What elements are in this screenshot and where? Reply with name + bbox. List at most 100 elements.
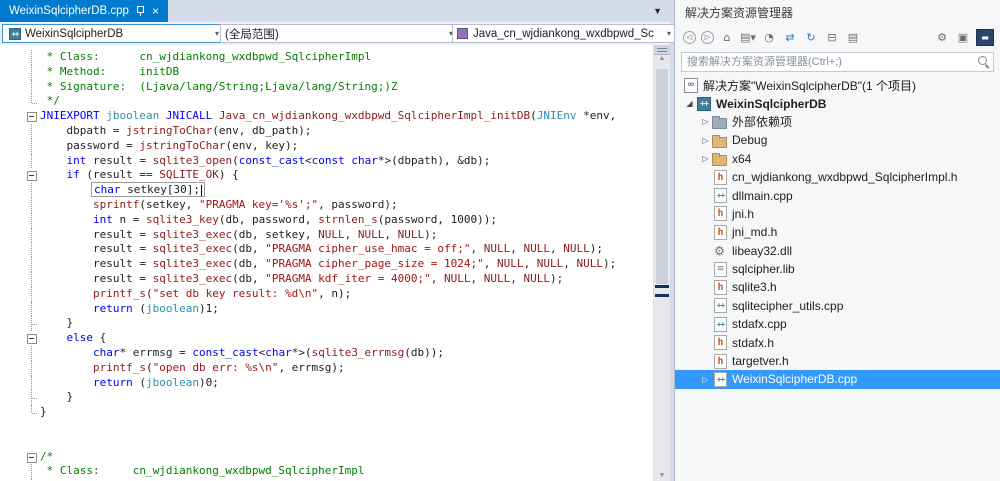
code-line[interactable]: JNIEXPORT jboolean JNICALL Java_cn_wjdia… xyxy=(0,109,653,124)
search-icon[interactable] xyxy=(978,56,987,65)
code-line[interactable]: result = sqlite3_exec(db, "PRAGMA cipher… xyxy=(0,242,653,257)
tree-item[interactable]: stdafx.cpp xyxy=(675,315,1000,333)
fold-toggle-icon[interactable] xyxy=(24,109,40,124)
member-dropdown[interactable]: Java_cn_wjdiankong_wxdbpwd_Sc ▾ xyxy=(452,24,676,43)
folder-icon xyxy=(712,134,727,148)
header-file-icon xyxy=(714,169,727,185)
pending-changes-filter-icon[interactable]: ◔ xyxy=(761,30,777,45)
tab-list-chevron-icon[interactable]: ▼ xyxy=(653,6,662,16)
code-lines: * Class: cn_wjdiankong_wxdbpwd_Sqlcipher… xyxy=(0,50,653,481)
tree-item[interactable]: ◢ WeixinSqlcipherDB xyxy=(675,94,1000,112)
preview-selected-items-icon[interactable]: ▣ xyxy=(955,30,971,45)
chevron-down-icon[interactable]: ▾ xyxy=(211,29,219,38)
split-editor-handle[interactable] xyxy=(654,45,670,55)
code-line[interactable]: * Class: cn_wjdiankong_wxdbpwd_Sqlcipher… xyxy=(0,50,653,65)
tree-item[interactable]: sqlite3.h xyxy=(675,278,1000,296)
expander-icon[interactable]: ▷ xyxy=(699,375,712,384)
home-icon[interactable]: ⌂ xyxy=(719,30,735,45)
search-input[interactable] xyxy=(681,52,994,72)
expander-icon[interactable]: ◢ xyxy=(683,99,696,108)
code-text: * Method: initDB xyxy=(46,64,180,78)
properties-icon[interactable]: ⚙ xyxy=(934,30,950,45)
code-line[interactable]: int n = sqlite3_key(db, password, strnle… xyxy=(0,212,653,228)
tree-item[interactable]: sqlitecipher_utils.cpp xyxy=(675,297,1000,315)
tab-weixinsqlcipherdb-cpp[interactable]: WeixinSqlcipherDB.cpp × xyxy=(0,0,168,22)
tree-item[interactable]: sqlcipher.lib xyxy=(675,260,1000,278)
fold-guide xyxy=(24,345,40,361)
code-line[interactable]: * Signature: (Ljava/lang/String;Ljava/la… xyxy=(0,79,653,95)
fold-toggle-icon[interactable] xyxy=(24,331,40,346)
code-line[interactable]: * Class: cn_wjdiankong_wxdbpwd_Sqlcipher… xyxy=(0,464,653,479)
code-line[interactable]: dbpath = jstringToChar(env, db_path); xyxy=(0,123,653,139)
code-line[interactable]: */ xyxy=(0,94,653,109)
scope-dropdown[interactable]: (全局范围) ▾ xyxy=(220,24,458,43)
code-line[interactable]: return (jboolean)1; xyxy=(0,301,653,317)
tree-item-label: stdafx.cpp xyxy=(732,317,787,332)
back-icon[interactable]: ◁ xyxy=(683,30,696,44)
tree-item[interactable]: ▷ 外部依赖项 xyxy=(675,113,1000,131)
tree-item-label: cn_wjdiankong_wxdbpwd_SqlcipherImpl.h xyxy=(732,170,958,185)
tree-item[interactable]: targetver.h xyxy=(675,352,1000,370)
fold-guide xyxy=(24,94,40,109)
code-line[interactable]: if (result == SQLITE_OK) { xyxy=(0,168,653,183)
code-line[interactable]: char setkey[30]; xyxy=(0,182,653,198)
scroll-up-arrow-icon[interactable]: ▲ xyxy=(654,55,670,62)
code-line[interactable]: } xyxy=(0,390,653,405)
fold-toggle-icon[interactable] xyxy=(24,450,40,465)
refresh-icon[interactable]: ↻ xyxy=(803,30,819,45)
lib-file-icon xyxy=(714,261,727,277)
tree-item[interactable]: cn_wjdiankong_wxdbpwd_SqlcipherImpl.h xyxy=(675,168,1000,186)
scrollbar-thumb[interactable] xyxy=(656,69,668,284)
code-line[interactable]: sprintf(setkey, "PRAGMA key='%s';", pass… xyxy=(0,197,653,213)
tree-item[interactable]: stdafx.h xyxy=(675,333,1000,351)
code-text: } xyxy=(66,390,74,404)
expander-icon[interactable]: ▷ xyxy=(699,136,712,145)
code-text: int result = sqlite3_open(const_cast<con… xyxy=(66,153,491,167)
collapse-all-icon[interactable]: ⊟ xyxy=(824,30,840,45)
tree-item[interactable]: ▷ WeixinSqlcipherDB.cpp xyxy=(675,370,1000,389)
tree-item-label: WeixinSqlcipherDB xyxy=(716,96,827,111)
tree-item[interactable]: jni_md.h xyxy=(675,223,1000,241)
code-line[interactable]: printf_s("open db err: %s\n", errmsg); xyxy=(0,360,653,376)
code-line[interactable]: /* xyxy=(0,450,653,465)
forward-icon[interactable]: ▷ xyxy=(701,30,714,44)
code-editor[interactable]: * Class: cn_wjdiankong_wxdbpwd_Sqlcipher… xyxy=(0,45,653,481)
code-line[interactable]: result = sqlite3_exec(db, "PRAGMA kdf_it… xyxy=(0,271,653,287)
editor-vertical-scrollbar[interactable]: ▲ ▼ xyxy=(653,45,670,481)
expander-icon[interactable]: ▷ xyxy=(699,154,712,163)
code-line[interactable] xyxy=(0,435,653,450)
code-line[interactable]: return (jboolean)0; xyxy=(0,375,653,391)
pin-icon[interactable] xyxy=(136,5,145,17)
code-line[interactable]: printf_s("set db key result: %d\n", n); xyxy=(0,286,653,302)
expander-icon[interactable]: ▷ xyxy=(699,117,712,126)
minimize-icon[interactable]: ▬ xyxy=(976,28,994,46)
code-line[interactable]: } xyxy=(0,405,653,420)
close-icon[interactable]: × xyxy=(152,5,159,17)
code-line[interactable]: int result = sqlite3_open(const_cast<con… xyxy=(0,153,653,169)
tree-item[interactable]: dllmain.cpp xyxy=(675,186,1000,204)
switch-views-icon[interactable]: ▤▾ xyxy=(740,30,756,45)
code-line[interactable]: password = jstringToChar(env, key); xyxy=(0,138,653,154)
code-line[interactable]: result = sqlite3_exec(db, "PRAGMA cipher… xyxy=(0,257,653,272)
chevron-down-icon[interactable]: ▾ xyxy=(663,29,671,38)
tree-item[interactable]: ▷ x64 xyxy=(675,150,1000,168)
scrollbar-caret-marker xyxy=(655,285,669,288)
code-line[interactable]: * Method: initDB xyxy=(0,64,653,80)
code-line[interactable] xyxy=(0,420,653,435)
scroll-down-arrow-icon[interactable]: ▼ xyxy=(654,472,670,479)
tree-item[interactable]: 解决方案"WeixinSqlcipherDB"(1 个项目) xyxy=(675,76,1000,94)
code-line[interactable]: result = sqlite3_exec(db, setkey, NULL, … xyxy=(0,227,653,243)
cpp-file-icon xyxy=(714,188,727,204)
fold-toggle-icon[interactable] xyxy=(24,168,40,183)
code-line[interactable]: } xyxy=(0,316,653,331)
show-all-files-icon[interactable]: ▤ xyxy=(845,30,861,45)
sync-with-active-document-icon[interactable]: ⇄ xyxy=(782,30,798,45)
code-text: } xyxy=(66,316,74,330)
tree-item[interactable]: libeay32.dll xyxy=(675,242,1000,260)
tree-item[interactable]: jni.h xyxy=(675,205,1000,223)
fold-guide xyxy=(24,316,40,331)
tree-item[interactable]: ▷ Debug xyxy=(675,131,1000,149)
code-line[interactable]: char* errmsg = const_cast<char*>(sqlite3… xyxy=(0,345,653,361)
project-dropdown[interactable]: WeixinSqlcipherDB ▾ xyxy=(2,24,224,43)
code-line[interactable]: else { xyxy=(0,331,653,346)
